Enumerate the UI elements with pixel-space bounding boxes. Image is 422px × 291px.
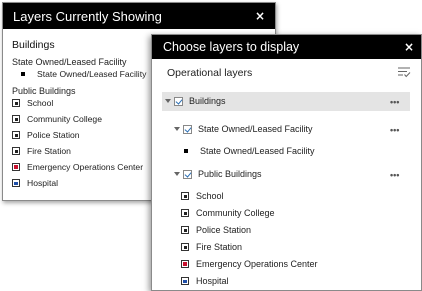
legend-item-label: Emergency Operations Center <box>27 162 144 172</box>
fire-station-icon <box>12 147 20 155</box>
legend-row-police-station: Police Station <box>181 225 251 235</box>
legend-row-hospital: Hospital <box>181 276 229 286</box>
legend-item-community-college: Community College <box>12 114 102 124</box>
layer-label-state-owned: State Owned/Leased Facility <box>198 124 313 134</box>
legend-item-emergency-operations-center: Emergency Operations Center <box>12 162 143 172</box>
legend-label-community-college: Community College <box>196 208 275 218</box>
layer-list-panel: Choose layers to display × Operational l… <box>151 34 422 291</box>
square-symbol-icon <box>21 72 25 76</box>
legend-label-hospital: Hospital <box>196 276 229 286</box>
layer-row-state-owned[interactable]: State Owned/Leased Facility <box>174 124 313 134</box>
fire-station-icon <box>181 243 189 251</box>
layer-label-public-buildings: Public Buildings <box>198 169 262 179</box>
school-icon <box>181 192 189 200</box>
layer-label-buildings: Buildings <box>189 96 226 106</box>
legend-item-label: Community College <box>27 114 102 124</box>
layer-checkbox-buildings[interactable] <box>174 96 183 106</box>
legend-item-state: State Owned/Leased Facility <box>21 69 146 79</box>
police-station-icon <box>181 226 189 234</box>
filter-list-icon[interactable] <box>397 66 411 78</box>
community-college-icon <box>12 115 20 123</box>
layer-list-close-button[interactable]: × <box>404 40 414 54</box>
legend-item-label: Police Station <box>27 130 80 140</box>
layer-options-button-buildings[interactable]: ••• <box>390 97 399 107</box>
screenshot-stage: Layers Currently Showing × Buildings Sta… <box>0 0 422 291</box>
legend-label-police-station: Police Station <box>196 225 252 235</box>
legend-item-school: School <box>12 98 53 108</box>
legend-row-school: School <box>181 191 224 201</box>
legend-row-community-college: Community College <box>181 208 275 218</box>
legend-label-school: School <box>196 191 224 201</box>
legend-titlebar[interactable]: Layers Currently Showing × <box>3 3 275 29</box>
emergency-operations-center-icon <box>12 163 20 171</box>
layer-row-buildings[interactable]: Buildings <box>165 96 226 106</box>
layer-list-titlebar[interactable]: Choose layers to display × <box>152 35 421 59</box>
legend-subgroup-public: Public Buildings <box>12 86 76 96</box>
legend-item-label: School <box>27 98 54 108</box>
hospital-icon <box>12 179 20 187</box>
chevron-down-icon[interactable] <box>174 172 180 176</box>
layer-checkbox-public-buildings[interactable] <box>183 169 192 179</box>
legend-item-fire-station: Fire Station <box>12 146 71 156</box>
hospital-icon <box>181 277 189 285</box>
layer-checkbox-state-owned[interactable] <box>183 124 192 134</box>
legend-label-fire-station: Fire Station <box>196 242 243 252</box>
community-college-icon <box>181 209 189 217</box>
layer-options-button-public-buildings[interactable]: ••• <box>390 170 399 180</box>
legend-row-state-item: State Owned/Leased Facility <box>184 146 315 156</box>
legend-row-emergency-operations-center: Emergency Operations Center <box>181 259 318 269</box>
police-station-icon <box>12 131 20 139</box>
chevron-down-icon[interactable] <box>165 99 171 103</box>
legend-label-emergency-operations-center: Emergency Operations Center <box>196 259 318 269</box>
operational-layers-header: Operational layers <box>167 67 253 79</box>
legend-title: Layers Currently Showing <box>13 8 162 24</box>
legend-label-state-item: State Owned/Leased Facility <box>200 146 315 156</box>
school-icon <box>12 99 20 107</box>
layer-row-public-buildings[interactable]: Public Buildings <box>174 169 262 179</box>
legend-group-title: Buildings <box>12 39 55 51</box>
emergency-operations-center-icon <box>181 260 189 268</box>
square-symbol-icon <box>184 149 188 153</box>
chevron-down-icon[interactable] <box>174 127 180 131</box>
legend-item-label: Fire Station <box>27 146 71 156</box>
layer-list-title: Choose layers to display <box>163 40 300 54</box>
legend-row-fire-station: Fire Station <box>181 242 242 252</box>
legend-item-police-station: Police Station <box>12 130 80 140</box>
legend-item-label: State Owned/Leased Facility <box>37 69 147 79</box>
layer-options-button-state-owned[interactable]: ••• <box>390 125 399 135</box>
legend-item-label: Hospital <box>27 178 59 188</box>
legend-item-hospital: Hospital <box>12 178 58 188</box>
legend-close-button[interactable]: × <box>255 9 265 23</box>
legend-subgroup-state: State Owned/Leased Facility <box>12 57 127 67</box>
